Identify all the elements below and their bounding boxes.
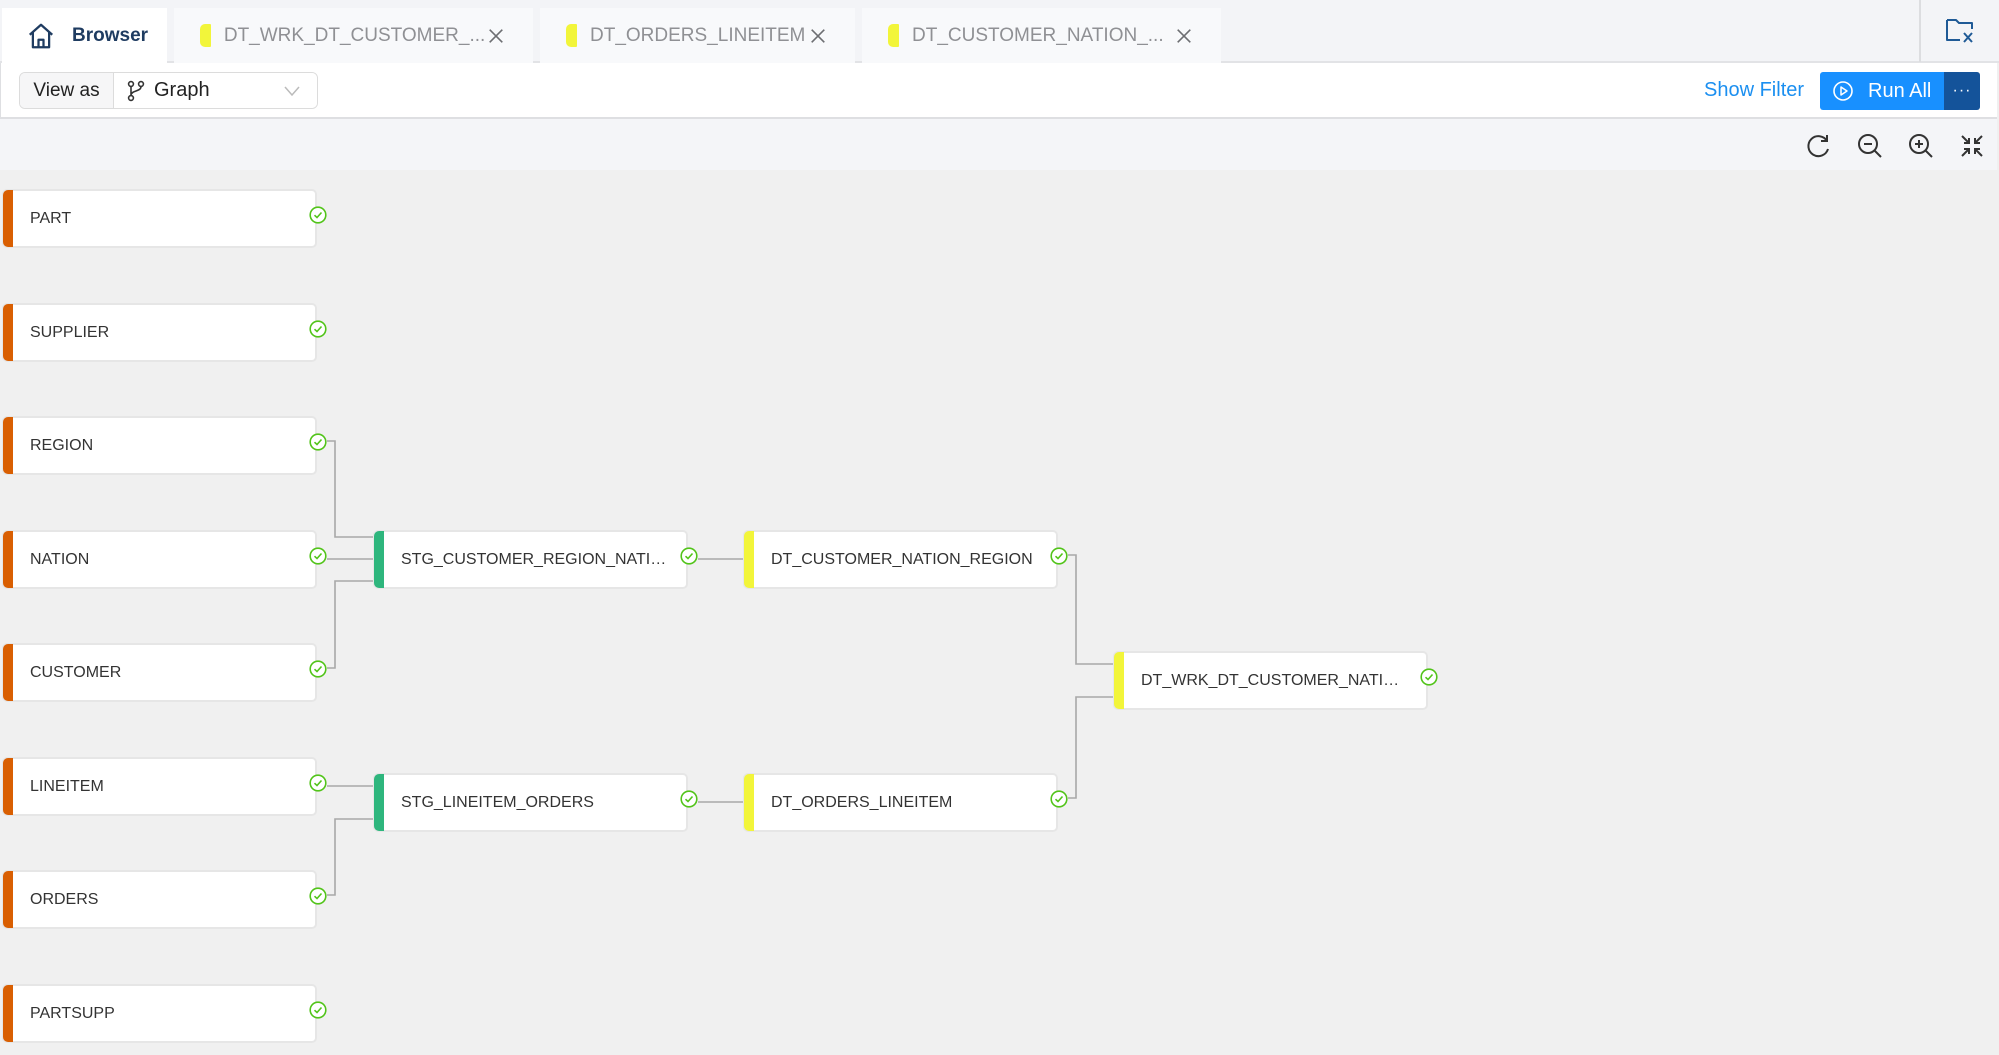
node-label: DT_ORDERS_LINEITEM (771, 793, 953, 811)
tab-label: DT_WRK_DT_CUSTOMER_... (223, 24, 486, 46)
node-type-accent (3, 985, 13, 1042)
graph-node-partsupp[interactable]: PARTSUPP (2, 984, 327, 1043)
node-label: SUPPLIER (30, 323, 110, 341)
node-label: LINEITEM (30, 777, 104, 795)
graph-node-customer[interactable]: CUSTOMER (2, 643, 327, 702)
tab-label: DT_CUSTOMER_NATION_... (912, 24, 1164, 46)
status-success-icon (680, 790, 698, 808)
graph-node-orders[interactable]: ORDERS (2, 870, 327, 929)
status-success-icon (309, 887, 327, 905)
graph-node-part[interactable]: PART (2, 189, 327, 248)
close-icon (489, 28, 504, 43)
run-all-button[interactable]: Run All (1820, 72, 1944, 110)
view-as-group: View as Graph (19, 72, 318, 109)
status-success-icon (309, 206, 327, 224)
close-all-tabs-folder-x-icon[interactable] (1944, 14, 1976, 46)
node-label: STG_LINEITEM_ORDERS (401, 793, 594, 811)
tab-bar: Browser DT_WRK_DT_CUSTOMER_... DT_ORDERS… (0, 0, 1999, 63)
fit-to-screen-icon[interactable] (1958, 132, 1986, 160)
graph-node-supplier[interactable]: SUPPLIER (2, 303, 327, 362)
node-label: PART (30, 209, 72, 227)
zoom-out-icon[interactable] (1856, 132, 1884, 160)
node-label: DT_WRK_DT_CUSTOMER_NATION_R... (1141, 671, 1411, 689)
dynamic-table-marker-icon (566, 24, 577, 47)
node-label: REGION (30, 436, 94, 454)
tab-bar-divider (1919, 0, 1921, 62)
refresh-icon[interactable] (1805, 132, 1833, 160)
node-type-accent (744, 774, 754, 831)
play-circle-icon (1833, 81, 1853, 101)
status-success-icon (309, 774, 327, 792)
dynamic-table-marker-icon (888, 24, 899, 47)
zoom-in-icon[interactable] (1907, 132, 1935, 160)
node-type-accent (3, 644, 13, 701)
run-all-split-button: Run All ··· (1820, 72, 1980, 110)
status-success-icon (309, 320, 327, 338)
graph-node-region[interactable]: REGION (2, 416, 327, 475)
close-icon (811, 28, 825, 43)
node-type-accent (3, 871, 13, 928)
view-as-value: Graph (154, 79, 210, 101)
graph-node-lineitem[interactable]: LINEITEM (2, 757, 327, 816)
node-type-accent (3, 417, 13, 474)
node-label: STG_CUSTOMER_REGION_NATION (401, 550, 671, 568)
node-type-accent (3, 758, 13, 815)
status-success-icon (1050, 790, 1068, 808)
tab-label: DT_ORDERS_LINEITEM (590, 24, 806, 46)
graph-node-dt-wrk[interactable]: DT_WRK_DT_CUSTOMER_NATION_R... (1113, 651, 1438, 710)
node-type-accent (3, 190, 13, 247)
graph-node-stg-crn[interactable]: STG_CUSTOMER_REGION_NATION (373, 530, 698, 589)
tab-label: Browser (72, 24, 149, 46)
status-success-icon (1050, 547, 1068, 565)
view-as-select[interactable]: Graph (114, 73, 317, 108)
status-success-icon (1420, 668, 1438, 686)
graph-controls-bar (0, 119, 1997, 170)
tab-dt-orders-lineitem[interactable]: DT_ORDERS_LINEITEM (540, 8, 855, 63)
chevron-down-icon (284, 86, 300, 96)
home-icon (29, 23, 53, 48)
node-label: DT_CUSTOMER_NATION_REGION (771, 550, 1033, 568)
close-tab-button[interactable] (1173, 25, 1195, 47)
dynamic-table-marker-icon (200, 24, 211, 47)
status-success-icon (309, 1001, 327, 1019)
node-type-accent (744, 531, 754, 588)
node-type-accent (374, 774, 384, 831)
node-type-accent (3, 531, 13, 588)
run-all-label: Run All (1868, 79, 1932, 102)
more-options-button[interactable]: ··· (1944, 72, 1980, 110)
close-tab-button[interactable] (807, 25, 829, 47)
node-label: ORDERS (30, 890, 99, 908)
close-icon (1177, 28, 1191, 43)
graph-node-dt-ol[interactable]: DT_ORDERS_LINEITEM (743, 773, 1068, 832)
node-type-accent (1114, 652, 1124, 709)
show-filter-link[interactable]: Show Filter (1704, 79, 1804, 102)
node-type-accent (374, 531, 384, 588)
toolbar: View as Graph Show Filter Run All ··· (0, 63, 1997, 119)
node-label: CUSTOMER (30, 663, 122, 681)
node-label: NATION (30, 550, 90, 568)
app-window: Browser DT_WRK_DT_CUSTOMER_... DT_ORDERS… (0, 0, 1999, 1055)
graph-node-nation[interactable]: NATION (2, 530, 327, 589)
tab-browser[interactable]: Browser (2, 8, 167, 63)
status-success-icon (309, 547, 327, 565)
node-type-accent (3, 304, 13, 361)
branch-graph-icon (127, 80, 145, 101)
view-as-label: View as (20, 73, 114, 108)
tab-dt-customer-nation[interactable]: DT_CUSTOMER_NATION_... (862, 8, 1221, 63)
node-label: PARTSUPP (30, 1004, 115, 1022)
status-success-icon (309, 433, 327, 451)
close-tab-button[interactable] (485, 25, 507, 47)
status-success-icon (680, 547, 698, 565)
graph-node-dt-cnr[interactable]: DT_CUSTOMER_NATION_REGION (743, 530, 1068, 589)
tab-dt-wrk[interactable]: DT_WRK_DT_CUSTOMER_... (174, 8, 533, 63)
status-success-icon (309, 660, 327, 678)
graph-node-stg-lo[interactable]: STG_LINEITEM_ORDERS (373, 773, 698, 832)
